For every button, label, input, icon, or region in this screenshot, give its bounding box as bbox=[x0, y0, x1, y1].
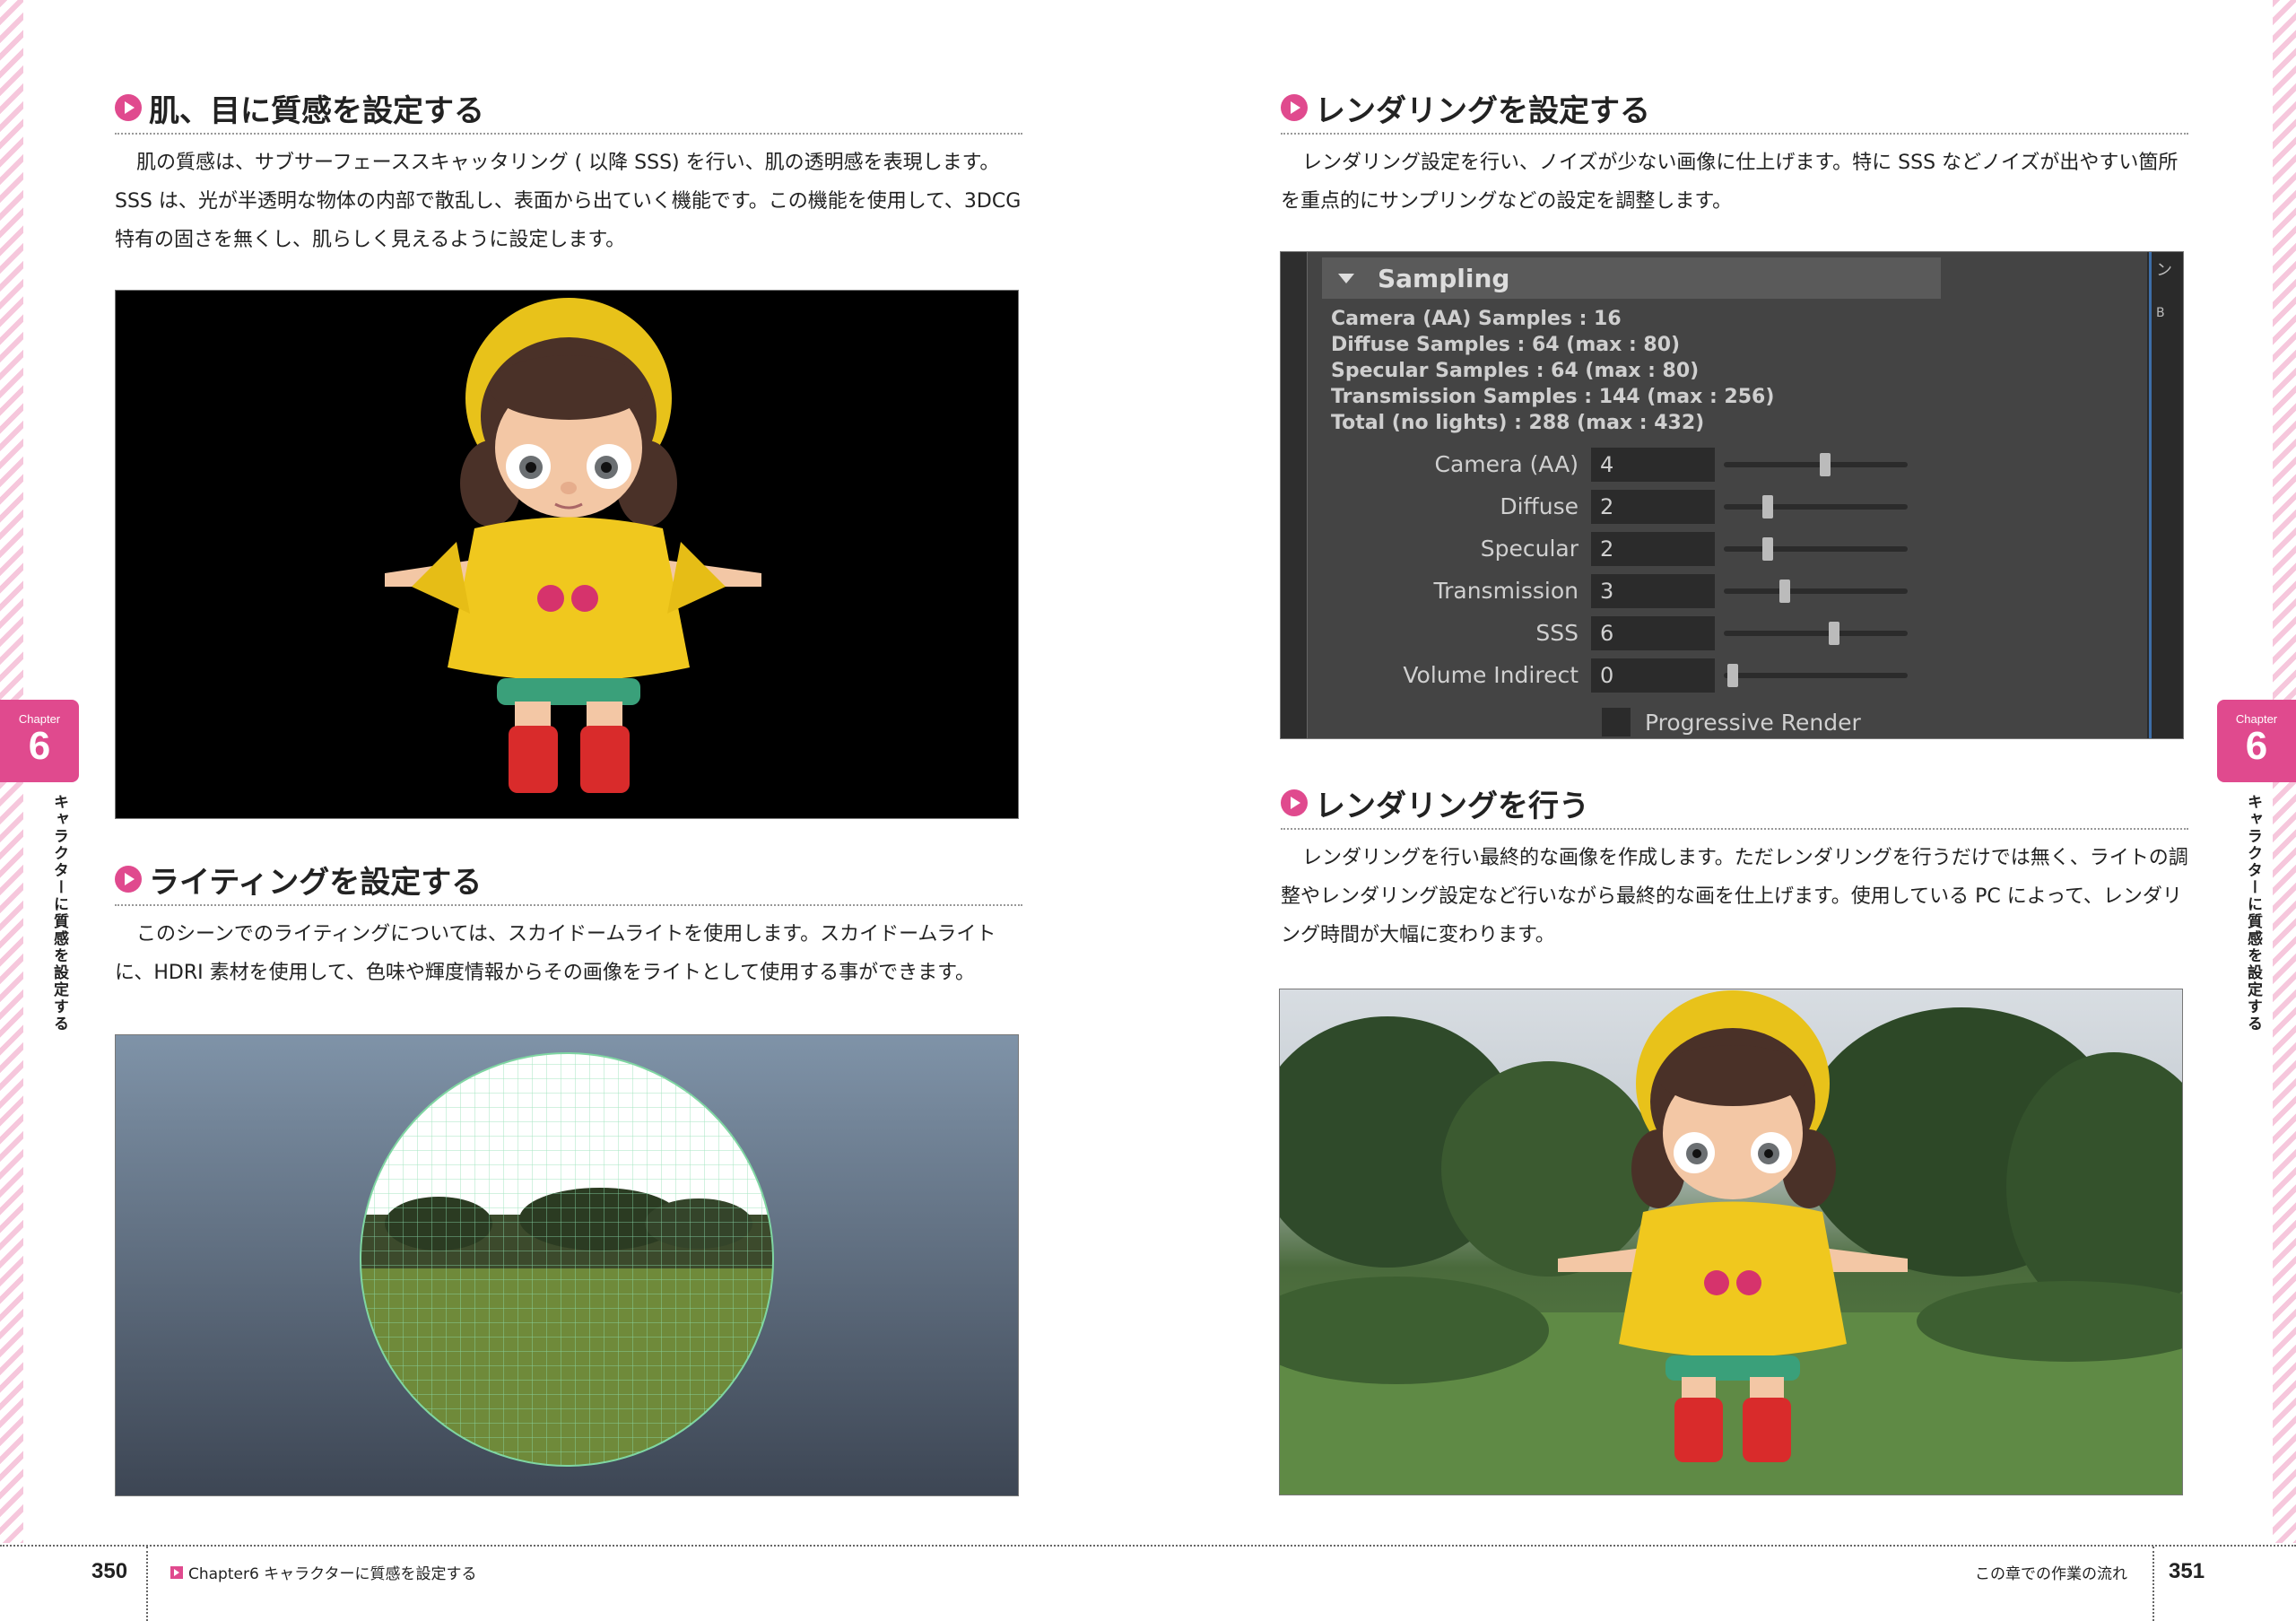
stat-line: Diffuse Samples : 64 (max : 80) bbox=[1331, 334, 1681, 356]
section-heading: ライティングを設定する bbox=[115, 859, 1022, 906]
sampling-title: Sampling bbox=[1378, 263, 1510, 293]
section-heading: 肌、目に質感を設定する bbox=[115, 88, 1022, 135]
chapter-number: 6 bbox=[28, 724, 51, 768]
slider-thumb[interactable] bbox=[1762, 494, 1774, 519]
sampling-section-header[interactable]: Sampling bbox=[1322, 257, 1941, 299]
heading-text: レンダリングを設定する bbox=[1315, 92, 1650, 129]
footer-chapter-text: Chapter6 キャラクターに質感を設定する bbox=[188, 1565, 477, 1583]
body-paragraph: このシーンでのライティングについては、スカイドームライトを使用します。スカイドー… bbox=[115, 923, 996, 984]
progressive-render-label: Progressive Render bbox=[1645, 709, 1861, 736]
page-number-right: 351 bbox=[2169, 1559, 2205, 1583]
side-chapter-title-left: キャラクターに質感を設定する bbox=[50, 794, 68, 1033]
volume-indirect-field[interactable]: 0 bbox=[1591, 658, 1715, 693]
chapter-tab-right: Chapter 6 bbox=[2217, 700, 2296, 782]
chapter-word: Chapter bbox=[2235, 712, 2278, 726]
heading-text: 肌、目に質感を設定する bbox=[149, 92, 484, 129]
sampling-panel-inner: Sampling Camera (AA) Samples : 16 Diffus… bbox=[1322, 257, 1941, 736]
play-bullet-icon bbox=[1281, 789, 1308, 816]
specular-slider[interactable] bbox=[1724, 536, 1908, 561]
sampling-row-volume-indirect: Volume Indirect 0 bbox=[1322, 654, 1941, 696]
heading-text: レンダリングを行う bbox=[1315, 788, 1589, 824]
character-illustration bbox=[385, 298, 761, 793]
stat-line: Specular Samples : 64 (max : 80) bbox=[1331, 360, 1700, 382]
row-label: SSS bbox=[1535, 620, 1578, 646]
chapter-word: Chapter bbox=[18, 712, 61, 726]
side-chapter-title-right: キャラクターに質感を設定する bbox=[2244, 794, 2262, 1033]
row-label: Diffuse bbox=[1500, 493, 1578, 519]
sampling-row-diffuse: Diffuse 2 bbox=[1322, 485, 1941, 527]
footer-vertical-divider-left bbox=[146, 1547, 148, 1621]
sampling-row-transmission: Transmission 3 bbox=[1322, 570, 1941, 612]
panel-edge-small-glyph: B bbox=[2156, 306, 2165, 320]
skydome-viewport-figure bbox=[115, 1034, 1019, 1496]
camera-aa-slider[interactable] bbox=[1724, 452, 1908, 476]
section-skin-eye-material: 肌、目に質感を設定する 肌の質感は、サブサーフェーススキャッタリング ( 以降 … bbox=[115, 88, 1022, 259]
footer-vertical-divider-right bbox=[2152, 1547, 2154, 1621]
sss-field[interactable]: 6 bbox=[1591, 615, 1715, 650]
progressive-render-row: Progressive Render bbox=[1322, 700, 1941, 738]
progressive-render-checkbox[interactable] bbox=[1602, 708, 1631, 736]
transmission-field[interactable]: 3 bbox=[1591, 573, 1715, 608]
panel-edge-glyph: ン bbox=[2156, 261, 2172, 280]
final-render-illustration bbox=[1280, 990, 2182, 1495]
sss-slider[interactable] bbox=[1724, 621, 1908, 645]
volume-indirect-slider[interactable] bbox=[1724, 663, 1908, 687]
play-bullet-icon bbox=[115, 866, 142, 893]
skydome-sphere-illustration bbox=[360, 1052, 774, 1467]
slider-thumb[interactable] bbox=[1727, 663, 1739, 687]
camera-aa-field[interactable]: 4 bbox=[1591, 447, 1715, 482]
slider-thumb[interactable] bbox=[1829, 621, 1839, 645]
panel-left-edge bbox=[1281, 252, 1308, 738]
final-render-figure bbox=[1279, 989, 2183, 1495]
row-label: Camera (AA) bbox=[1434, 451, 1578, 477]
panel-right-edge: ン B bbox=[2147, 252, 2183, 738]
play-bullet-icon bbox=[1281, 94, 1308, 121]
slider-thumb[interactable] bbox=[1762, 536, 1774, 561]
specular-field[interactable]: 2 bbox=[1591, 531, 1715, 566]
stat-line: Camera (AA) Samples : 16 bbox=[1331, 308, 1622, 330]
page-number-left: 350 bbox=[91, 1559, 128, 1583]
character-render-figure bbox=[115, 290, 1019, 819]
footer-section-label: この章での作業の流れ bbox=[1975, 1561, 2127, 1583]
stat-line: Total (no lights) : 288 (max : 432) bbox=[1331, 412, 1705, 434]
section-lighting-setup: ライティングを設定する このシーンでのライティングについては、スカイドームライト… bbox=[115, 859, 1022, 992]
collapse-triangle-icon[interactable] bbox=[1338, 273, 1354, 283]
play-bullet-icon bbox=[115, 94, 142, 121]
section-do-rendering: レンダリングを行う レンダリングを行い最終的な画像を作成します。ただレンダリング… bbox=[1281, 783, 2188, 954]
heading-text: ライティングを設定する bbox=[149, 864, 483, 901]
row-label: Volume Indirect bbox=[1403, 662, 1578, 688]
footer-chapter-label: Chapter6 キャラクターに質感を設定する bbox=[170, 1561, 477, 1583]
row-label: Transmission bbox=[1433, 578, 1579, 604]
row-label: Specular bbox=[1480, 536, 1578, 562]
slider-thumb[interactable] bbox=[1819, 452, 1831, 476]
section-heading: レンダリングを行う bbox=[1281, 783, 2188, 830]
diffuse-field[interactable]: 2 bbox=[1591, 489, 1715, 524]
footer-bullet-icon bbox=[170, 1565, 183, 1579]
sampling-row-specular: Specular 2 bbox=[1322, 527, 1941, 570]
footer-section-text: この章での作業の流れ bbox=[1975, 1565, 2127, 1583]
slider-thumb[interactable] bbox=[1779, 579, 1790, 603]
section-heading: レンダリングを設定する bbox=[1281, 88, 2188, 135]
sampling-row-sss: SSS 6 bbox=[1322, 612, 1941, 654]
sampling-stats: Camera (AA) Samples : 16 Diffuse Samples… bbox=[1322, 299, 1941, 443]
stat-line: Transmission Samples : 144 (max : 256) bbox=[1331, 386, 1775, 408]
body-paragraph: レンダリングを行い最終的な画像を作成します。ただレンダリングを行うだけでは無く、… bbox=[1281, 847, 2188, 946]
chapter-tab-left: Chapter 6 bbox=[0, 700, 79, 782]
sampling-settings-panel: ン B Sampling Camera (AA) Samples : 16 Di… bbox=[1280, 251, 2184, 739]
transmission-slider[interactable] bbox=[1724, 579, 1908, 603]
footer-divider bbox=[0, 1545, 2296, 1547]
section-render-settings: レンダリングを設定する レンダリング設定を行い、ノイズが少ない画像に仕上げます。… bbox=[1281, 88, 2188, 221]
body-paragraph: 肌の質感は、サブサーフェーススキャッタリング ( 以降 SSS) を行い、肌の透… bbox=[115, 152, 1022, 251]
sampling-row-camera-aa: Camera (AA) 4 bbox=[1322, 443, 1941, 485]
diffuse-slider[interactable] bbox=[1724, 494, 1908, 519]
chapter-number: 6 bbox=[2245, 724, 2268, 768]
sampling-rows: Camera (AA) 4 Diffuse 2 Specular 2 Trans… bbox=[1322, 443, 1941, 696]
body-paragraph: レンダリング設定を行い、ノイズが少ない画像に仕上げます。特に SSS などノイズ… bbox=[1281, 152, 2179, 213]
